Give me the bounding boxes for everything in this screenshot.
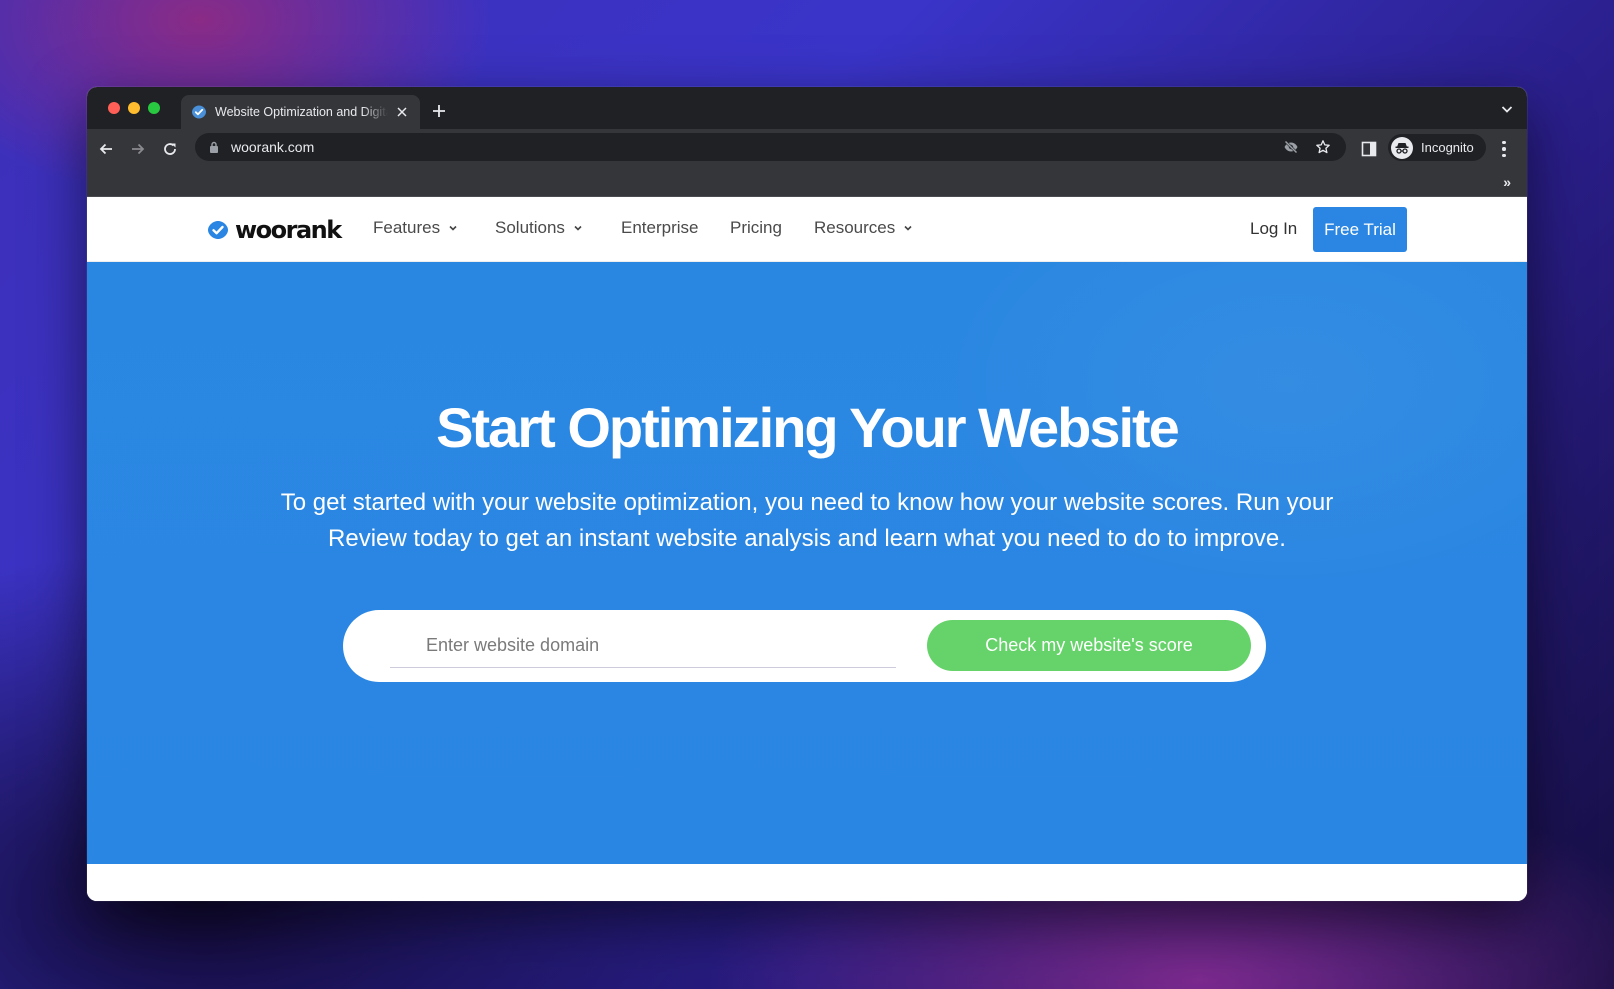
nav-pricing[interactable]: Pricing [730,218,782,238]
window-controls [108,102,160,114]
plus-icon[interactable] [429,101,449,121]
chevron-down-icon [574,225,582,231]
site-header: woorank Features Solutions Enterprise Pr… [87,197,1527,262]
bookmarks-bar: » [87,169,1527,197]
maximize-window-button[interactable] [148,102,160,114]
domain-input[interactable] [390,623,896,668]
more-vertical-icon[interactable] [1497,139,1511,159]
login-link[interactable]: Log In [1250,219,1297,239]
nav-pricing-label: Pricing [730,218,782,237]
woorank-check-icon [192,105,206,119]
close-window-button[interactable] [108,102,120,114]
arrow-right-icon[interactable] [128,139,148,159]
chevron-down-icon[interactable] [1499,101,1515,117]
browser-toolbar: woorank.com Incognito [87,129,1527,169]
side-panel-icon[interactable] [1361,141,1377,157]
browser-tab[interactable]: Website Optimization and Digital Marketi… [181,95,420,129]
profile-label: Incognito [1421,140,1474,155]
profile-button[interactable]: Incognito [1388,134,1486,161]
reload-icon[interactable] [160,139,180,159]
brand-name: woorank [235,216,342,244]
nav-resources-label: Resources [814,218,896,237]
page-below-fold [87,864,1527,901]
address-bar[interactable]: woorank.com [195,133,1346,161]
hero-section: Start Optimizing Your Website To get sta… [87,262,1527,864]
nav-features[interactable]: Features [373,218,458,238]
chevron-down-icon [904,225,912,231]
close-icon[interactable] [394,104,410,120]
lock-icon [210,141,218,153]
chevron-down-icon [449,225,457,231]
browser-window: Website Optimization and Digital Marketi… [87,87,1527,901]
free-trial-button[interactable]: Free Trial [1313,207,1407,252]
tab-title: Website Optimization and Digital Marketi… [215,105,388,119]
webpage: woorank Features Solutions Enterprise Pr… [87,197,1527,901]
hero-title: Start Optimizing Your Website [436,396,1180,459]
nav-resources[interactable]: Resources [814,218,913,238]
minimize-window-button[interactable] [128,102,140,114]
tab-strip: Website Optimization and Digital Marketi… [87,87,1527,129]
nav-enterprise-label: Enterprise [621,218,699,237]
eye-off-icon[interactable] [1282,138,1300,156]
woorank-check-icon [208,221,228,239]
hero-subtitle: To get started with your website optimiz… [280,489,1334,552]
nav-solutions[interactable]: Solutions [495,218,583,238]
incognito-icon [1391,136,1413,159]
woorank-logo[interactable]: woorank [207,216,342,244]
nav-solutions-label: Solutions [495,218,565,237]
url-text: woorank.com [231,139,315,155]
nav-enterprise[interactable]: Enterprise [621,218,698,238]
star-icon[interactable] [1314,138,1332,156]
arrow-left-icon[interactable] [96,139,116,159]
domain-search-form: Check my website's score [343,610,1266,682]
check-score-button[interactable]: Check my website's score [927,620,1251,671]
nav-features-label: Features [373,218,441,237]
bookmarks-overflow-button[interactable]: » [1503,174,1511,190]
